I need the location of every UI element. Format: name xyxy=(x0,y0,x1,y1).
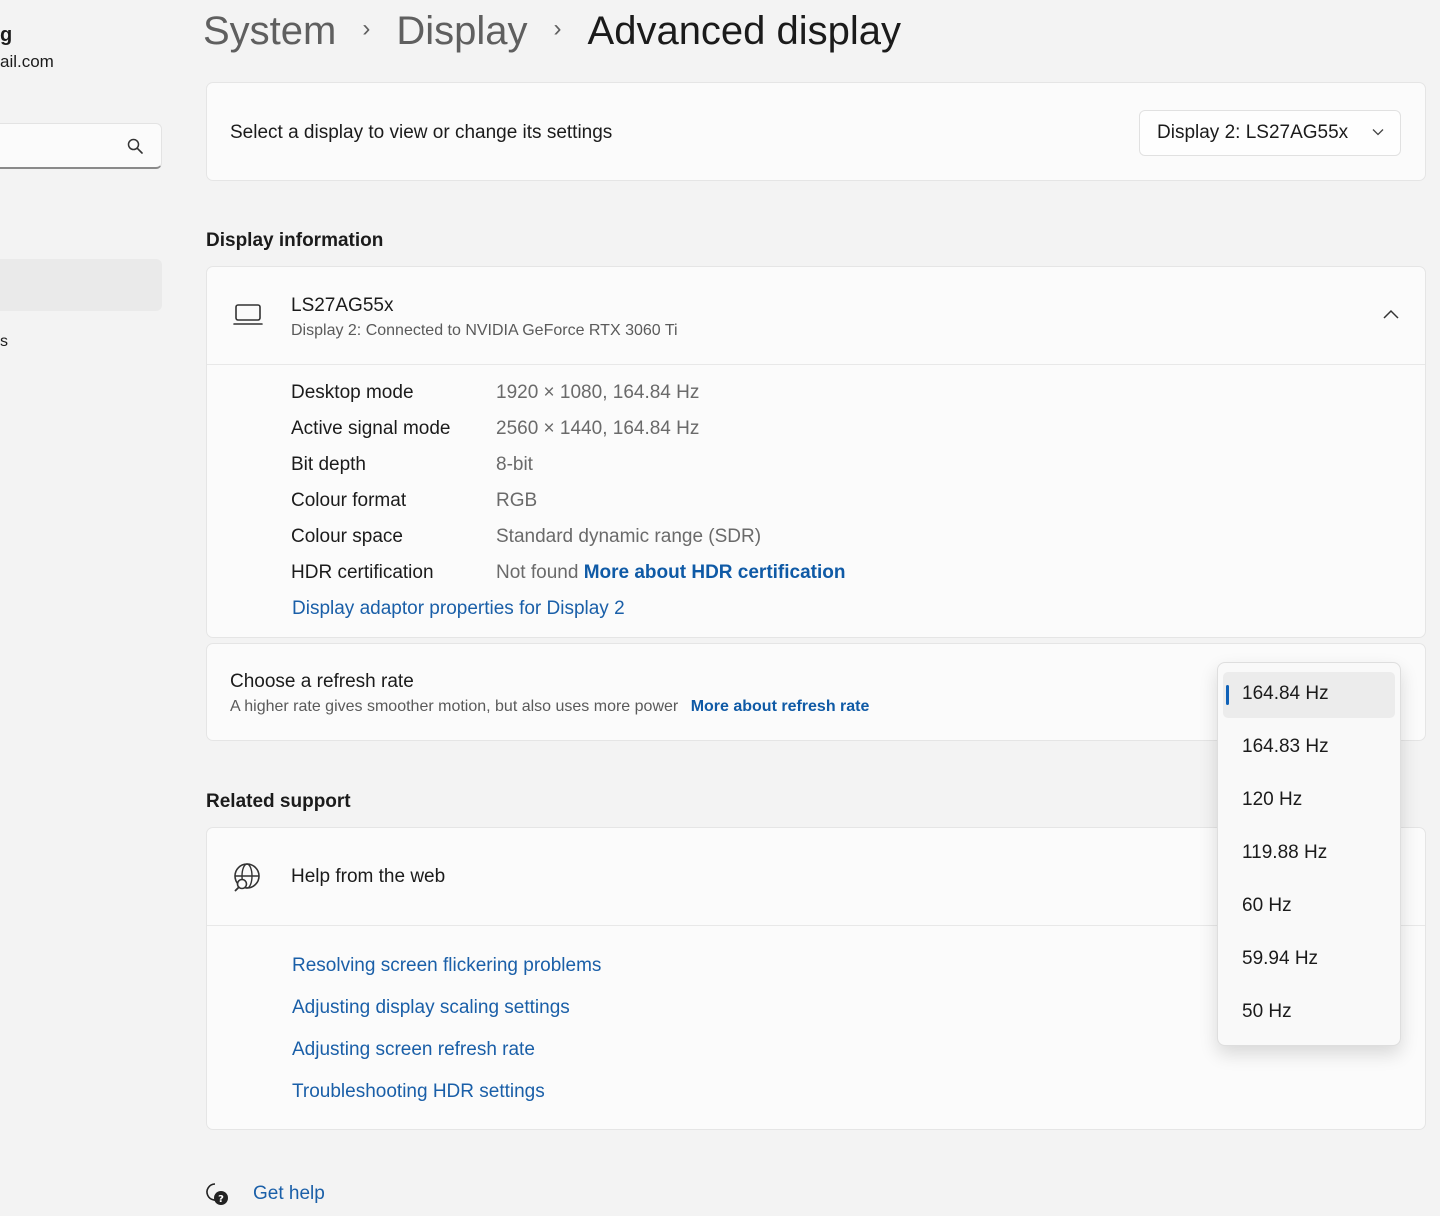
info-label: Active signal mode xyxy=(291,418,451,439)
page-title: Advanced display xyxy=(587,8,902,53)
info-value: RGB xyxy=(496,490,538,511)
refresh-rate-link[interactable]: More about refresh rate xyxy=(691,698,870,715)
info-value: 2560 × 1440, 164.84 Hz xyxy=(496,418,700,439)
refresh-rate-menu: 164.84 Hz 164.83 Hz 120 Hz 119.88 Hz 60 … xyxy=(1217,662,1401,1046)
monitor-name: LS27AG55x xyxy=(291,295,394,316)
info-value: Standard dynamic range (SDR) xyxy=(496,526,762,547)
laptop-icon xyxy=(233,304,263,325)
selection-indicator xyxy=(1226,685,1229,705)
refresh-rate-option[interactable]: 119.88 Hz xyxy=(1223,831,1395,877)
support-link-refresh-rate[interactable]: Adjusting screen refresh rate xyxy=(292,1039,535,1061)
globe-search-icon xyxy=(234,863,260,892)
sidebar: g ail.com s xyxy=(0,0,180,1216)
display-dropdown-value: Display 2: LS27AG55x xyxy=(1157,122,1349,143)
refresh-rate-option-label: 164.83 Hz xyxy=(1242,736,1329,757)
display-select-card: Select a display to view or change its s… xyxy=(206,82,1426,181)
refresh-rate-option[interactable]: 120 Hz xyxy=(1223,778,1395,824)
get-help-label: Get help xyxy=(253,1183,325,1204)
breadcrumb-separator: › xyxy=(362,15,371,42)
info-label: HDR certification xyxy=(291,562,434,583)
hdr-status: Not found xyxy=(496,562,579,583)
refresh-rate-option-label: 119.88 Hz xyxy=(1242,842,1328,863)
info-label: Colour space xyxy=(291,526,403,547)
refresh-rate-description-text: A higher rate gives smoother motion, but… xyxy=(230,698,679,715)
info-value: Not found More about HDR certification xyxy=(496,562,846,584)
hdr-certification-link[interactable]: More about HDR certification xyxy=(584,562,846,583)
refresh-rate-option-label: 59.94 Hz xyxy=(1242,948,1319,969)
refresh-rate-option-label: 60 Hz xyxy=(1242,895,1292,916)
svg-text:?: ? xyxy=(218,1194,224,1205)
refresh-rate-option[interactable]: 60 Hz xyxy=(1223,884,1395,930)
section-title-related-support: Related support xyxy=(206,791,351,812)
info-label: Desktop mode xyxy=(291,382,414,403)
refresh-rate-title: Choose a refresh rate xyxy=(230,671,414,692)
breadcrumb-display[interactable]: Display xyxy=(396,9,527,54)
refresh-rate-option-label: 120 Hz xyxy=(1242,789,1303,810)
section-title-display-information: Display information xyxy=(206,230,384,251)
chevron-up-icon[interactable] xyxy=(1383,309,1399,319)
support-link-scaling[interactable]: Adjusting display scaling settings xyxy=(292,997,570,1019)
monitor-connection: Display 2: Connected to NVIDIA GeForce R… xyxy=(291,322,678,339)
help-chat-icon: ? xyxy=(206,1183,228,1205)
breadcrumb-separator: › xyxy=(553,15,562,42)
display-select-label: Select a display to view or change its s… xyxy=(230,122,613,143)
refresh-rate-option-label: 164.84 Hz xyxy=(1242,683,1329,704)
chevron-down-icon xyxy=(1372,129,1384,136)
info-label: Colour format xyxy=(291,490,407,511)
info-value: 1920 × 1080, 164.84 Hz xyxy=(496,382,700,403)
support-link-flickering[interactable]: Resolving screen flickering problems xyxy=(292,955,601,977)
refresh-rate-option[interactable]: 50 Hz xyxy=(1223,990,1395,1036)
display-info-card: LS27AG55x Display 2: Connected to NVIDIA… xyxy=(206,266,1426,638)
sidebar-item-selected[interactable] xyxy=(0,259,162,311)
refresh-rate-option-label: 50 Hz xyxy=(1242,1001,1292,1022)
breadcrumb: System › Display › Advanced display xyxy=(203,6,901,56)
get-help-link[interactable]: ? Get help xyxy=(204,1180,325,1208)
sidebar-item-fragment[interactable]: s xyxy=(0,333,8,351)
display-info-header[interactable]: LS27AG55x Display 2: Connected to NVIDIA… xyxy=(207,267,1425,365)
refresh-rate-description: A higher rate gives smoother motion, but… xyxy=(230,698,869,716)
display-dropdown[interactable]: Display 2: LS27AG55x xyxy=(1139,110,1401,156)
display-adaptor-properties-link[interactable]: Display adaptor properties for Display 2 xyxy=(292,598,625,620)
search-icon[interactable] xyxy=(127,138,143,154)
user-name: g xyxy=(0,24,13,46)
breadcrumb-system[interactable]: System xyxy=(203,9,336,54)
info-value: 8-bit xyxy=(496,454,533,475)
help-from-web-title: Help from the web xyxy=(291,866,446,887)
refresh-rate-option[interactable]: 164.83 Hz xyxy=(1223,725,1395,771)
user-email: ail.com xyxy=(0,52,54,71)
refresh-rate-option[interactable]: 59.94 Hz xyxy=(1223,937,1395,983)
support-link-hdr[interactable]: Troubleshooting HDR settings xyxy=(292,1081,545,1103)
settings-search-input[interactable] xyxy=(0,123,162,169)
refresh-rate-option[interactable]: 164.84 Hz xyxy=(1223,672,1395,718)
info-label: Bit depth xyxy=(291,454,366,475)
